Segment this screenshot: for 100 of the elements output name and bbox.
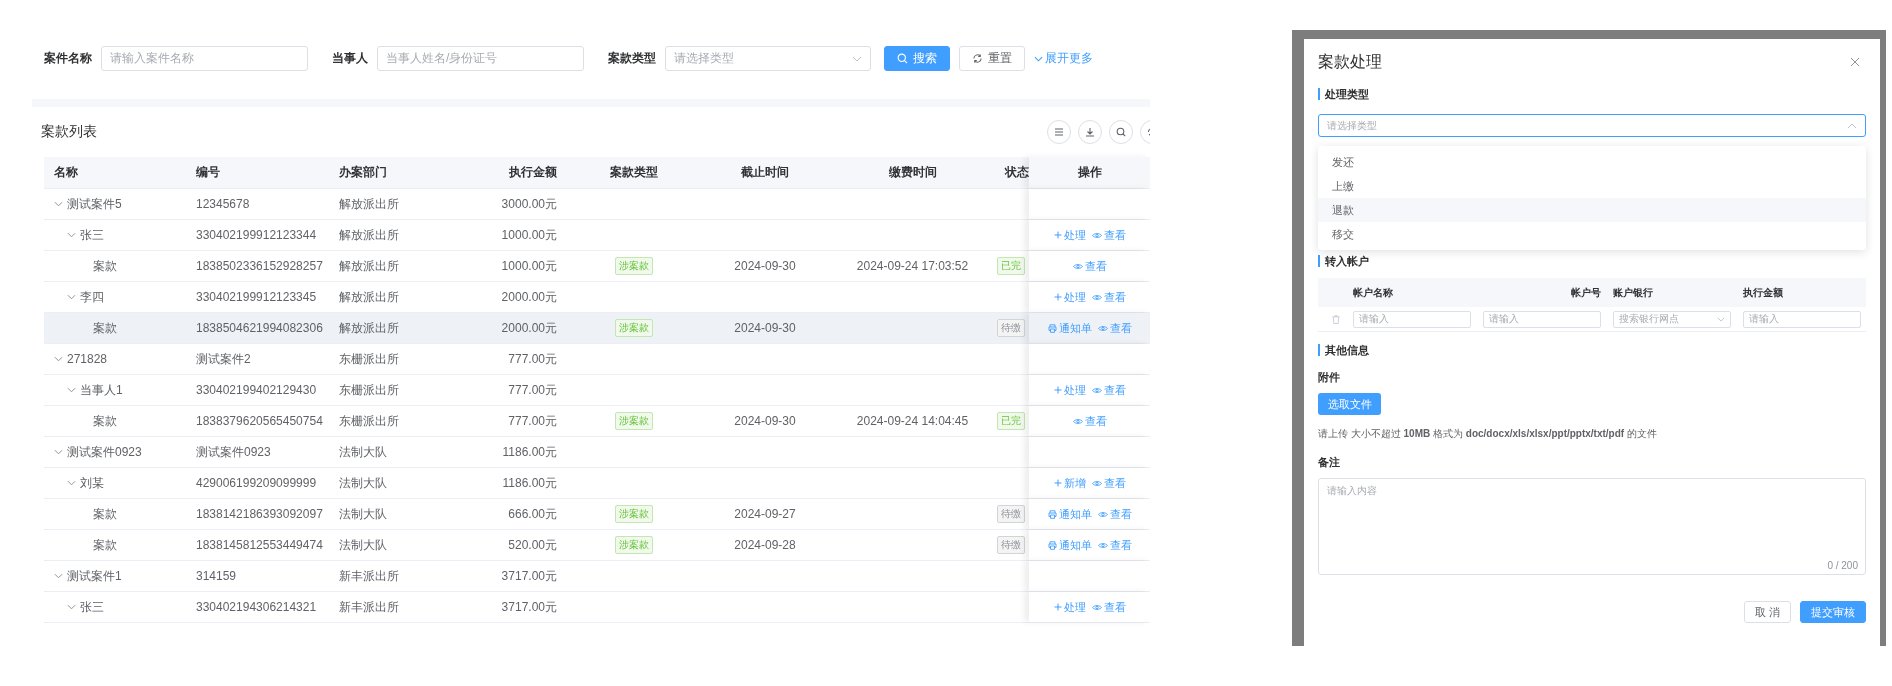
table-cell: 解放派出所 — [339, 226, 399, 244]
caret-icon[interactable] — [54, 449, 63, 455]
table-cell: 案款 — [93, 536, 117, 554]
action-link[interactable]: 处理 — [1053, 227, 1086, 243]
field-label: 案款类型 — [608, 50, 656, 67]
submit-button[interactable]: 提交审核 — [1800, 601, 1866, 623]
action-link[interactable]: 处理 — [1053, 599, 1086, 615]
column-header: 执行金额 — [508, 164, 558, 181]
table-row[interactable]: 测试案件1 314159 新丰派出所 3717.00元 — [44, 561, 1150, 592]
caret-icon[interactable] — [67, 232, 76, 238]
input-field[interactable]: 请输入 — [1483, 310, 1601, 328]
upload-button[interactable]: 选取文件 — [1318, 393, 1381, 415]
caret-icon[interactable] — [54, 201, 63, 207]
caret-icon[interactable] — [67, 480, 76, 486]
column-header: 截止时间 — [740, 164, 790, 181]
reset-button[interactable]: 重置 — [959, 46, 1025, 71]
action-link[interactable]: 查看 — [1091, 599, 1126, 615]
action-link[interactable]: 查看 — [1091, 382, 1126, 398]
action-link[interactable]: 处理 — [1053, 289, 1086, 305]
action-link[interactable]: 查看 — [1072, 258, 1107, 274]
table-row[interactable]: 张三 330402199912123344 解放派出所 1000.00元 处理 查看 — [44, 220, 1150, 251]
column-header: 操作 — [1029, 157, 1150, 188]
action-link[interactable]: 查看 — [1091, 227, 1126, 243]
table-cell: 李四 — [80, 288, 104, 306]
table-title: 案款列表 — [41, 123, 97, 141]
table-row[interactable]: 当事人1 330402199402129430 东栅派出所 777.00元 处理 查看 — [44, 375, 1150, 406]
search-field[interactable]: 请输入案件名称 — [101, 46, 308, 71]
table-cell: 2000.00元 — [501, 319, 557, 337]
caret-icon[interactable] — [54, 356, 63, 362]
plus-icon — [1053, 479, 1062, 487]
table-cell: 3000.00元 — [501, 195, 557, 213]
action-link[interactable]: 查看 — [1072, 413, 1107, 429]
dropdown-option[interactable]: 退款 — [1318, 198, 1866, 222]
dropdown-option[interactable]: 发还 — [1318, 150, 1866, 174]
action-link[interactable]: 查看 — [1091, 475, 1126, 491]
plus-icon — [1053, 386, 1062, 394]
table-cell: 解放派出所 — [339, 195, 399, 213]
type-tag: 涉案款 — [614, 319, 653, 337]
action-link[interactable]: 通知单 — [1047, 320, 1092, 336]
highlighted-row[interactable]: 案款 1838504621994082306 解放派出所 2000.00元 涉案款 2024-09-30 待缴 通知单 查看 — [44, 313, 1150, 344]
table-cell: 解放派出所 — [339, 288, 399, 306]
caret-icon[interactable] — [67, 604, 76, 610]
cancel-button[interactable]: 取 消 — [1743, 601, 1791, 623]
table-cell: 2024-09-24 17:03:52 — [856, 259, 969, 273]
printer-icon — [1047, 509, 1057, 519]
action-link[interactable]: 处理 — [1053, 382, 1086, 398]
table-cell: 东栅派出所 — [339, 412, 399, 430]
dropdown-option[interactable]: 上缴 — [1318, 174, 1866, 198]
table-cell: 新丰派出所 — [339, 598, 399, 616]
caret-icon[interactable] — [54, 573, 63, 579]
table-row[interactable]: 271828 测试案件2 东栅派出所 777.00元 — [44, 344, 1150, 375]
column-header: 帐户号 — [1570, 285, 1602, 300]
table-row[interactable]: 案款 1838142186393092097 法制大队 666.00元 涉案款 2024-09-27 待缴 通知单 查看 — [44, 499, 1150, 530]
close-icon[interactable] — [1850, 57, 1860, 67]
chevron-down-icon — [1034, 55, 1043, 62]
table-cell: 案款 — [93, 412, 117, 430]
type-select[interactable]: 请选择类型 — [1318, 114, 1866, 137]
dialog-title: 案款处理 — [1318, 51, 1382, 72]
caret-icon[interactable] — [67, 387, 76, 393]
action-link[interactable]: 通知单 — [1047, 537, 1092, 553]
eye-icon — [1091, 231, 1102, 239]
action-link[interactable]: 查看 — [1097, 506, 1132, 522]
trash-icon[interactable] — [1331, 314, 1340, 324]
input-field[interactable]: 请输入 — [1743, 310, 1861, 328]
chevron-down-icon — [1717, 316, 1725, 322]
table-row[interactable]: 案款 1838379620565450754 东栅派出所 777.00元 涉案款 2024-09-30 2024-09-24 14:04:45 已完 查看 — [44, 406, 1150, 437]
table-cell: 777.00元 — [508, 412, 557, 430]
type-select[interactable]: 请选择类型 — [665, 46, 871, 71]
plus-icon — [1053, 231, 1062, 239]
remark-textarea[interactable]: 请输入内容 0 / 200 — [1318, 478, 1866, 575]
search-field[interactable]: 当事人姓名/身份证号 — [377, 46, 584, 71]
table-row[interactable]: 刘某 429006199209099999 法制大队 1186.00元 新增 查看 — [44, 468, 1150, 499]
action-link[interactable]: 查看 — [1097, 537, 1132, 553]
table-cell: 330402199912123345 — [196, 290, 317, 304]
table-cell: 案款 — [93, 319, 117, 337]
expand-more-link[interactable]: 展开更多 — [1034, 50, 1093, 67]
action-link[interactable]: 查看 — [1091, 289, 1126, 305]
input-field[interactable]: 请输入 — [1353, 310, 1471, 328]
dropdown-option[interactable]: 移交 — [1318, 222, 1866, 246]
status-tag: 待缴 — [997, 319, 1025, 337]
char-counter: 0 / 200 — [1827, 560, 1858, 571]
search-button[interactable]: 搜索 — [884, 46, 950, 71]
bank-select[interactable]: 搜索银行网点 — [1613, 310, 1731, 328]
action-link[interactable]: 新增 — [1053, 475, 1086, 491]
printer-icon — [1047, 540, 1057, 550]
action-link[interactable]: 通知单 — [1047, 506, 1092, 522]
table-row[interactable]: 张三 330402194306214321 新丰派出所 3717.00元 处理 查看 — [44, 592, 1150, 623]
field-label: 当事人 — [332, 50, 368, 67]
table-row[interactable]: 测试案件0923 测试案件0923 法制大队 1186.00元 — [44, 437, 1150, 468]
table-cell: 法制大队 — [339, 474, 387, 492]
table-cell: 测试案件0923 — [67, 443, 142, 461]
table-row[interactable]: 案款 1838145812553449474 法制大队 520.00元 涉案款 2024-09-28 待缴 通知单 查看 — [44, 530, 1150, 561]
status-tag: 已完 — [997, 412, 1025, 430]
caret-icon[interactable] — [67, 294, 76, 300]
table-row[interactable]: 测试案件5 12345678 解放派出所 3000.00元 — [44, 189, 1150, 220]
action-link[interactable]: 查看 — [1097, 320, 1132, 336]
table-row[interactable]: 案款 1838502336152928257 解放派出所 1000.00元 涉案款 2024-09-30 2024-09-24 17:03:52 已完 查看 — [44, 251, 1150, 282]
table-cell: 520.00元 — [508, 536, 557, 554]
table-cell: 案款 — [93, 505, 117, 523]
table-cell: 法制大队 — [339, 443, 387, 461]
